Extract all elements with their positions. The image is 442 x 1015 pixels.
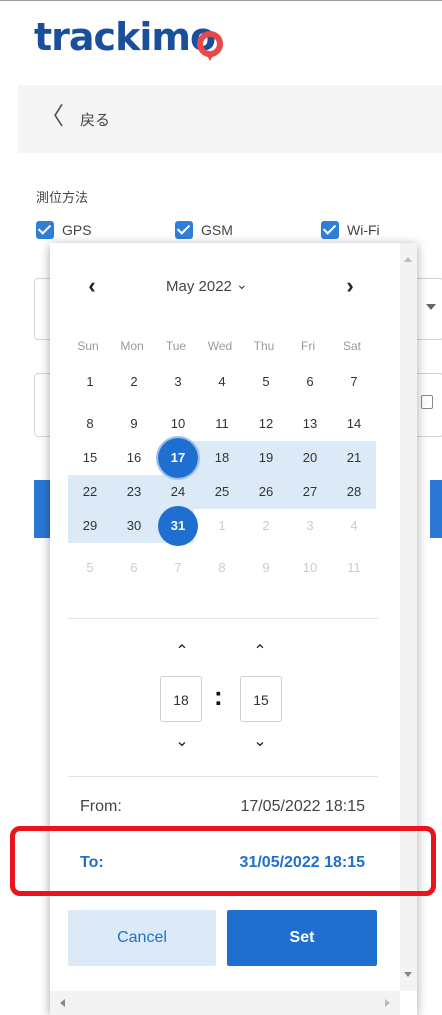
calendar-day[interactable]: 29 (70, 509, 110, 543)
annotation-highlight-box (10, 826, 436, 896)
calendar-day-range-start[interactable]: 17 (158, 441, 198, 475)
calendar-day[interactable]: 23 (114, 475, 154, 509)
calendar-day[interactable]: 22 (70, 475, 110, 509)
scroll-right-icon[interactable] (385, 999, 390, 1007)
calendar-day-outside[interactable]: 6 (114, 551, 154, 585)
minute-increment-icon[interactable]: ⌃ (248, 643, 272, 661)
calendar-day[interactable]: 14 (334, 407, 374, 441)
location-pin-icon (197, 31, 223, 61)
checkbox-checked-icon[interactable] (321, 221, 339, 239)
calendar-day[interactable]: 30 (114, 509, 154, 543)
prev-month-icon[interactable]: ‹ (80, 275, 104, 299)
chevron-left-icon[interactable]: 〈 (40, 105, 64, 129)
calendar-day-outside[interactable]: 3 (290, 509, 330, 543)
back-bar[interactable]: 〈 戻る (18, 85, 442, 153)
search-button-edge[interactable] (430, 480, 442, 538)
gsm-checkbox[interactable]: GSM (175, 220, 233, 240)
minute-decrement-icon[interactable]: ⌄ (248, 733, 272, 751)
calendar-day[interactable]: 1 (70, 365, 110, 399)
calendar-day[interactable]: 18 (202, 441, 242, 475)
calendar-day-outside[interactable]: 2 (246, 509, 286, 543)
calendar-day[interactable]: 10 (158, 407, 198, 441)
weekday-label: Wed (207, 339, 233, 353)
calendar-icon (421, 395, 433, 409)
calendar-day[interactable]: 20 (290, 441, 330, 475)
calendar-day-range-end[interactable]: 31 (158, 509, 198, 543)
calendar-day[interactable]: 4 (202, 365, 242, 399)
horizontal-scrollbar[interactable] (50, 991, 400, 1015)
checkbox-checked-icon[interactable] (36, 221, 54, 239)
app-logo: trackimo (34, 15, 216, 59)
hour-decrement-icon[interactable]: ⌄ (170, 733, 194, 751)
weekday-label: Sun (77, 339, 99, 353)
time-separator: : (214, 681, 223, 711)
divider (68, 618, 378, 619)
dropdown-arrow-icon (426, 304, 436, 310)
calendar-day[interactable]: 25 (202, 475, 242, 509)
weekday-label: Mon (120, 339, 144, 353)
calendar-day-outside[interactable]: 7 (158, 551, 198, 585)
weekday-label: Fri (301, 339, 315, 353)
calendar-day[interactable]: 27 (290, 475, 330, 509)
date-range-picker: ‹ May 2022 ⌄ › Sun Mon Tue Wed Thu Fri S… (50, 243, 417, 1015)
calendar-day[interactable]: 11 (202, 407, 242, 441)
calendar-day[interactable]: 26 (246, 475, 286, 509)
hour-input[interactable]: 18 (160, 676, 202, 722)
wifi-checkbox[interactable]: Wi-Fi (321, 220, 380, 240)
calendar-header: ‹ May 2022 ⌄ › (50, 273, 400, 303)
checkbox-label: Wi-Fi (347, 222, 380, 238)
gps-checkbox[interactable]: GPS (36, 220, 92, 240)
calendar-day[interactable]: 15 (70, 441, 110, 475)
cancel-button[interactable]: Cancel (68, 910, 216, 966)
month-selector[interactable]: May 2022 (166, 278, 232, 295)
positioning-method-title: 測位方法 (36, 191, 89, 206)
calendar-day[interactable]: 12 (246, 407, 286, 441)
divider (68, 776, 378, 777)
scroll-down-icon[interactable] (404, 972, 412, 977)
calendar-day-outside[interactable]: 4 (334, 509, 374, 543)
minute-input[interactable]: 15 (240, 676, 282, 722)
calendar-day[interactable]: 8 (70, 407, 110, 441)
weekday-label: Tue (165, 339, 187, 353)
weekday-label: Thu (253, 339, 275, 353)
from-label: From: (80, 798, 122, 815)
checkbox-label: GPS (62, 222, 92, 238)
calendar-day[interactable]: 13 (290, 407, 330, 441)
scroll-up-icon[interactable] (404, 257, 412, 262)
calendar-day[interactable]: 9 (114, 407, 154, 441)
calendar-day[interactable]: 5 (246, 365, 286, 399)
top-bar: trackimo (0, 0, 442, 85)
checkbox-label: GSM (201, 222, 233, 238)
calendar-day[interactable]: 19 (246, 441, 286, 475)
calendar-day-outside[interactable]: 11 (334, 551, 374, 585)
calendar-day[interactable]: 6 (290, 365, 330, 399)
calendar-day[interactable]: 2 (114, 365, 154, 399)
calendar-day[interactable]: 28 (334, 475, 374, 509)
chevron-down-icon[interactable]: ⌄ (236, 276, 248, 293)
calendar-day[interactable]: 16 (114, 441, 154, 475)
back-button-label[interactable]: 戻る (80, 109, 110, 130)
set-button[interactable]: Set (227, 910, 377, 966)
scroll-left-icon[interactable] (60, 999, 65, 1007)
calendar-day-outside[interactable]: 9 (246, 551, 286, 585)
calendar-day[interactable]: 3 (158, 365, 198, 399)
checkbox-checked-icon[interactable] (175, 221, 193, 239)
next-month-icon[interactable]: › (338, 275, 362, 299)
calendar-day-outside[interactable]: 1 (202, 509, 242, 543)
calendar-day[interactable]: 21 (334, 441, 374, 475)
calendar-day-outside[interactable]: 10 (290, 551, 330, 585)
calendar-day[interactable]: 7 (334, 365, 374, 399)
from-value: 17/05/2022 18:15 (240, 798, 365, 815)
calendar-day-outside[interactable]: 5 (70, 551, 110, 585)
hour-increment-icon[interactable]: ⌃ (170, 643, 194, 661)
weekday-label: Sat (342, 339, 361, 353)
calendar-day[interactable]: 24 (158, 475, 198, 509)
calendar-day-outside[interactable]: 8 (202, 551, 242, 585)
